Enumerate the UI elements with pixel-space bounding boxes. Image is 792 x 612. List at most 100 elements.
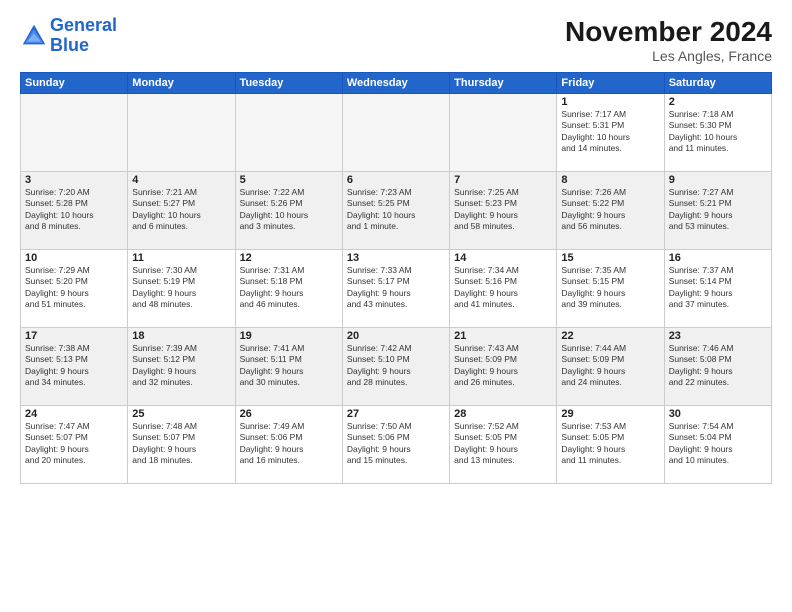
calendar-cell	[21, 94, 128, 172]
col-monday: Monday	[128, 73, 235, 94]
location: Les Angles, France	[565, 48, 772, 64]
calendar-week-2: 3Sunrise: 7:20 AM Sunset: 5:28 PM Daylig…	[21, 172, 772, 250]
day-info: Sunrise: 7:17 AM Sunset: 5:31 PM Dayligh…	[561, 109, 659, 155]
calendar-cell: 28Sunrise: 7:52 AM Sunset: 5:05 PM Dayli…	[450, 406, 557, 484]
day-number: 13	[347, 252, 445, 264]
day-number: 16	[669, 252, 767, 264]
calendar-cell: 11Sunrise: 7:30 AM Sunset: 5:19 PM Dayli…	[128, 250, 235, 328]
day-number: 30	[669, 408, 767, 420]
day-number: 11	[132, 252, 230, 264]
col-wednesday: Wednesday	[342, 73, 449, 94]
day-number: 4	[132, 174, 230, 186]
col-sunday: Sunday	[21, 73, 128, 94]
calendar-cell	[342, 94, 449, 172]
title-block: November 2024 Les Angles, France	[565, 16, 772, 64]
calendar-cell: 7Sunrise: 7:25 AM Sunset: 5:23 PM Daylig…	[450, 172, 557, 250]
day-number: 21	[454, 330, 552, 342]
day-number: 15	[561, 252, 659, 264]
calendar-cell: 18Sunrise: 7:39 AM Sunset: 5:12 PM Dayli…	[128, 328, 235, 406]
col-saturday: Saturday	[664, 73, 771, 94]
day-info: Sunrise: 7:53 AM Sunset: 5:05 PM Dayligh…	[561, 421, 659, 467]
calendar-cell: 15Sunrise: 7:35 AM Sunset: 5:15 PM Dayli…	[557, 250, 664, 328]
day-info: Sunrise: 7:46 AM Sunset: 5:08 PM Dayligh…	[669, 343, 767, 389]
col-friday: Friday	[557, 73, 664, 94]
day-info: Sunrise: 7:44 AM Sunset: 5:09 PM Dayligh…	[561, 343, 659, 389]
day-number: 8	[561, 174, 659, 186]
calendar-cell: 21Sunrise: 7:43 AM Sunset: 5:09 PM Dayli…	[450, 328, 557, 406]
day-info: Sunrise: 7:39 AM Sunset: 5:12 PM Dayligh…	[132, 343, 230, 389]
day-info: Sunrise: 7:29 AM Sunset: 5:20 PM Dayligh…	[25, 265, 123, 311]
calendar-cell: 29Sunrise: 7:53 AM Sunset: 5:05 PM Dayli…	[557, 406, 664, 484]
day-info: Sunrise: 7:47 AM Sunset: 5:07 PM Dayligh…	[25, 421, 123, 467]
day-info: Sunrise: 7:27 AM Sunset: 5:21 PM Dayligh…	[669, 187, 767, 233]
day-info: Sunrise: 7:21 AM Sunset: 5:27 PM Dayligh…	[132, 187, 230, 233]
header-row: Sunday Monday Tuesday Wednesday Thursday…	[21, 73, 772, 94]
day-number: 26	[240, 408, 338, 420]
day-info: Sunrise: 7:31 AM Sunset: 5:18 PM Dayligh…	[240, 265, 338, 311]
day-number: 6	[347, 174, 445, 186]
day-info: Sunrise: 7:37 AM Sunset: 5:14 PM Dayligh…	[669, 265, 767, 311]
calendar-week-3: 10Sunrise: 7:29 AM Sunset: 5:20 PM Dayli…	[21, 250, 772, 328]
calendar-cell: 22Sunrise: 7:44 AM Sunset: 5:09 PM Dayli…	[557, 328, 664, 406]
day-number: 9	[669, 174, 767, 186]
day-info: Sunrise: 7:52 AM Sunset: 5:05 PM Dayligh…	[454, 421, 552, 467]
day-info: Sunrise: 7:50 AM Sunset: 5:06 PM Dayligh…	[347, 421, 445, 467]
header: General Blue November 2024 Les Angles, F…	[20, 16, 772, 64]
day-number: 12	[240, 252, 338, 264]
calendar-cell: 2Sunrise: 7:18 AM Sunset: 5:30 PM Daylig…	[664, 94, 771, 172]
day-info: Sunrise: 7:20 AM Sunset: 5:28 PM Dayligh…	[25, 187, 123, 233]
day-number: 27	[347, 408, 445, 420]
day-number: 17	[25, 330, 123, 342]
day-number: 14	[454, 252, 552, 264]
day-number: 19	[240, 330, 338, 342]
calendar-cell: 24Sunrise: 7:47 AM Sunset: 5:07 PM Dayli…	[21, 406, 128, 484]
logo-icon	[20, 22, 48, 50]
day-info: Sunrise: 7:35 AM Sunset: 5:15 PM Dayligh…	[561, 265, 659, 311]
calendar-cell: 16Sunrise: 7:37 AM Sunset: 5:14 PM Dayli…	[664, 250, 771, 328]
day-info: Sunrise: 7:42 AM Sunset: 5:10 PM Dayligh…	[347, 343, 445, 389]
calendar-cell: 12Sunrise: 7:31 AM Sunset: 5:18 PM Dayli…	[235, 250, 342, 328]
calendar-cell: 10Sunrise: 7:29 AM Sunset: 5:20 PM Dayli…	[21, 250, 128, 328]
calendar-cell: 23Sunrise: 7:46 AM Sunset: 5:08 PM Dayli…	[664, 328, 771, 406]
page: General Blue November 2024 Les Angles, F…	[0, 0, 792, 612]
calendar-cell: 30Sunrise: 7:54 AM Sunset: 5:04 PM Dayli…	[664, 406, 771, 484]
calendar-cell: 5Sunrise: 7:22 AM Sunset: 5:26 PM Daylig…	[235, 172, 342, 250]
calendar-cell	[128, 94, 235, 172]
calendar-cell: 26Sunrise: 7:49 AM Sunset: 5:06 PM Dayli…	[235, 406, 342, 484]
day-info: Sunrise: 7:26 AM Sunset: 5:22 PM Dayligh…	[561, 187, 659, 233]
day-number: 2	[669, 96, 767, 108]
day-info: Sunrise: 7:43 AM Sunset: 5:09 PM Dayligh…	[454, 343, 552, 389]
day-number: 18	[132, 330, 230, 342]
day-info: Sunrise: 7:34 AM Sunset: 5:16 PM Dayligh…	[454, 265, 552, 311]
calendar-cell: 25Sunrise: 7:48 AM Sunset: 5:07 PM Dayli…	[128, 406, 235, 484]
col-thursday: Thursday	[450, 73, 557, 94]
day-info: Sunrise: 7:33 AM Sunset: 5:17 PM Dayligh…	[347, 265, 445, 311]
day-info: Sunrise: 7:18 AM Sunset: 5:30 PM Dayligh…	[669, 109, 767, 155]
calendar-week-1: 1Sunrise: 7:17 AM Sunset: 5:31 PM Daylig…	[21, 94, 772, 172]
logo-text: General Blue	[50, 16, 117, 56]
calendar-week-4: 17Sunrise: 7:38 AM Sunset: 5:13 PM Dayli…	[21, 328, 772, 406]
day-number: 28	[454, 408, 552, 420]
calendar-cell: 3Sunrise: 7:20 AM Sunset: 5:28 PM Daylig…	[21, 172, 128, 250]
day-info: Sunrise: 7:30 AM Sunset: 5:19 PM Dayligh…	[132, 265, 230, 311]
day-number: 1	[561, 96, 659, 108]
calendar-cell: 20Sunrise: 7:42 AM Sunset: 5:10 PM Dayli…	[342, 328, 449, 406]
day-number: 10	[25, 252, 123, 264]
day-info: Sunrise: 7:38 AM Sunset: 5:13 PM Dayligh…	[25, 343, 123, 389]
calendar-cell: 1Sunrise: 7:17 AM Sunset: 5:31 PM Daylig…	[557, 94, 664, 172]
day-number: 3	[25, 174, 123, 186]
col-tuesday: Tuesday	[235, 73, 342, 94]
calendar-cell: 4Sunrise: 7:21 AM Sunset: 5:27 PM Daylig…	[128, 172, 235, 250]
day-info: Sunrise: 7:25 AM Sunset: 5:23 PM Dayligh…	[454, 187, 552, 233]
calendar-week-5: 24Sunrise: 7:47 AM Sunset: 5:07 PM Dayli…	[21, 406, 772, 484]
day-number: 23	[669, 330, 767, 342]
day-info: Sunrise: 7:49 AM Sunset: 5:06 PM Dayligh…	[240, 421, 338, 467]
day-number: 22	[561, 330, 659, 342]
day-number: 5	[240, 174, 338, 186]
calendar-cell: 6Sunrise: 7:23 AM Sunset: 5:25 PM Daylig…	[342, 172, 449, 250]
day-info: Sunrise: 7:48 AM Sunset: 5:07 PM Dayligh…	[132, 421, 230, 467]
day-number: 24	[25, 408, 123, 420]
day-number: 7	[454, 174, 552, 186]
calendar-cell	[235, 94, 342, 172]
calendar-cell: 13Sunrise: 7:33 AM Sunset: 5:17 PM Dayli…	[342, 250, 449, 328]
